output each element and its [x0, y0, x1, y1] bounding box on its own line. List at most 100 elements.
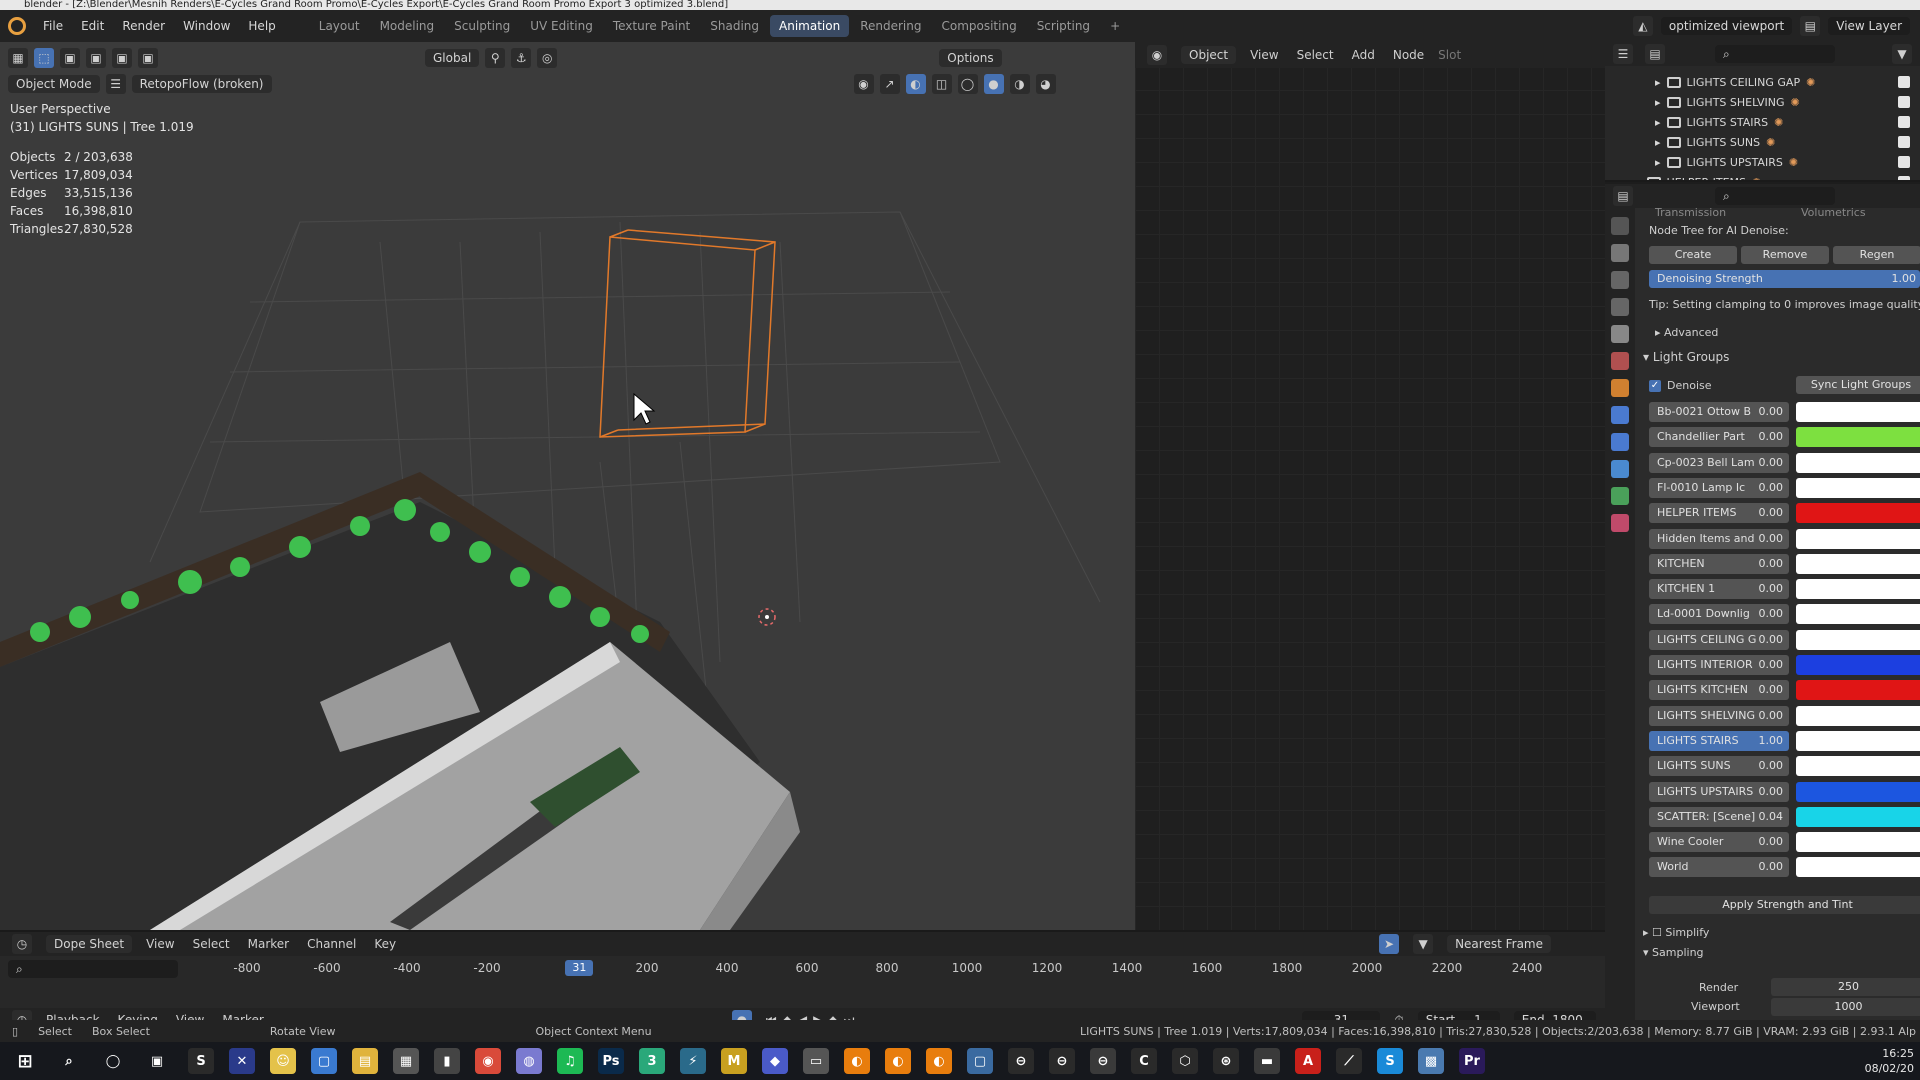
- app-icon-4[interactable]: ▢: [311, 1048, 337, 1074]
- light-group-strength-field[interactable]: HELPER ITEMS 0.00: [1649, 503, 1789, 524]
- light-group-strength-field[interactable]: LIGHTS SHELVING 0.00: [1649, 705, 1789, 726]
- outliner[interactable]: ☰ ▤ ⌕ ▼ ▸ LIGHTS CEILING GAP ✺ ▸ LIGHTS SHEL…: [1605, 42, 1920, 182]
- add-workspace-button[interactable]: +: [1101, 15, 1129, 37]
- light-group-color-swatch[interactable]: [1796, 730, 1920, 751]
- light-group-strength-field[interactable]: Chandellier Part 0.00: [1649, 427, 1789, 448]
- regen-button[interactable]: Regen: [1833, 246, 1920, 264]
- light-group-color-swatch[interactable]: [1796, 402, 1920, 422]
- create-button[interactable]: Create: [1649, 246, 1737, 264]
- acrobat-icon[interactable]: A: [1295, 1048, 1321, 1074]
- blender-icon-2[interactable]: ◐: [885, 1048, 911, 1074]
- blender-icon-1[interactable]: ◐: [844, 1048, 870, 1074]
- app-icon-16[interactable]: ▭: [803, 1048, 829, 1074]
- view-layer-selector[interactable]: View Layer: [1828, 17, 1910, 35]
- light-group-color-swatch[interactable]: [1796, 503, 1920, 524]
- app-icon-2[interactable]: ✕: [229, 1048, 255, 1074]
- rendered-shading-icon[interactable]: ◕: [1035, 74, 1056, 94]
- tab-modeling[interactable]: Modeling: [371, 15, 444, 37]
- constraints-tab-icon[interactable]: [1611, 487, 1629, 505]
- properties-search-input[interactable]: ⌕: [1715, 187, 1835, 205]
- tab-uv-editing[interactable]: UV Editing: [521, 15, 602, 37]
- remove-button[interactable]: Remove: [1741, 246, 1829, 264]
- denoise-checkbox[interactable]: ✓: [1649, 380, 1661, 392]
- node-menu-node[interactable]: Node: [1393, 48, 1424, 62]
- expand-arrow-icon[interactable]: ▸: [1655, 116, 1661, 129]
- app-icon-24[interactable]: C: [1131, 1048, 1157, 1074]
- light-group-strength-field[interactable]: Ld-0001 Downlig 0.00: [1649, 604, 1789, 625]
- light-group-strength-field[interactable]: LIGHTS UPSTAIRS 0.00: [1649, 781, 1789, 802]
- light-group-color-swatch[interactable]: [1796, 857, 1920, 878]
- light-group-strength-field[interactable]: Hidden Items and 0.00: [1649, 528, 1789, 549]
- view-layer-tab-icon[interactable]: [1611, 298, 1629, 316]
- select-mode-new-icon[interactable]: ▣: [60, 48, 80, 68]
- outliner-item[interactable]: ▸ LIGHTS SUNS ✺: [1655, 132, 1775, 152]
- collection-visibility-checkbox[interactable]: [1898, 116, 1910, 128]
- windows-start-icon[interactable]: ⊞: [12, 1048, 38, 1074]
- menu-render[interactable]: Render: [113, 10, 174, 42]
- mode-dropdown[interactable]: Object Mode: [8, 75, 100, 93]
- app-icon-21[interactable]: ⊖: [1008, 1048, 1034, 1074]
- app-icon-22[interactable]: ⊖: [1049, 1048, 1075, 1074]
- light-groups-panel-toggle[interactable]: ▾ Light Groups: [1643, 350, 1729, 364]
- expand-arrow-icon[interactable]: ▸: [1655, 136, 1661, 149]
- dope-menu-select[interactable]: Select: [193, 937, 230, 951]
- 3d-viewport[interactable]: ▦ ⬚ ▣ ▣ ▣ ▣ Global ⚲ ⚓ ◎ Options Object …: [0, 42, 1135, 930]
- properties-editor[interactable]: ▤ ⌕ Transmission Volumetrics Node Tree f…: [1605, 184, 1920, 1030]
- dope-search-input[interactable]: ⌕: [8, 960, 178, 978]
- chrome-icon[interactable]: ◉: [475, 1048, 501, 1074]
- menu-file[interactable]: File: [34, 10, 72, 42]
- light-group-strength-field[interactable]: LIGHTS SUNS 0.00: [1649, 756, 1789, 777]
- physics-tab-icon[interactable]: [1611, 460, 1629, 478]
- cortana-icon[interactable]: ◯: [100, 1048, 126, 1074]
- overlay-icon[interactable]: ◐: [905, 74, 926, 94]
- app-icon-7[interactable]: ▮: [434, 1048, 460, 1074]
- node-editor-type-icon[interactable]: ◉: [1147, 45, 1167, 65]
- dope-editor-type-icon[interactable]: ◷: [12, 934, 32, 954]
- viewport-samples-field[interactable]: 1000: [1771, 998, 1920, 1016]
- apply-strength-tint-button[interactable]: Apply Strength and Tint: [1649, 896, 1920, 914]
- node-menu-view[interactable]: View: [1250, 48, 1278, 62]
- outliner-item[interactable]: ▸ LIGHTS CEILING GAP ✺: [1655, 72, 1815, 92]
- calculator-icon[interactable]: ▦: [393, 1048, 419, 1074]
- render-samples-field[interactable]: 250: [1771, 978, 1920, 996]
- building-mesh[interactable]: [0, 472, 800, 930]
- modifier-tab-icon[interactable]: [1611, 406, 1629, 424]
- tab-layout[interactable]: Layout: [310, 15, 369, 37]
- app-icon-20[interactable]: ▢: [967, 1048, 993, 1074]
- expand-arrow-icon[interactable]: ▸: [1655, 96, 1661, 109]
- retopoflow-dropdown[interactable]: RetopoFlow (broken): [131, 75, 272, 93]
- advanced-panel-toggle[interactable]: ▸ Advanced: [1655, 326, 1718, 339]
- tab-animation[interactable]: Animation: [770, 15, 850, 37]
- light-group-strength-field[interactable]: World 0.00: [1649, 857, 1789, 878]
- options-dropdown[interactable]: Options: [939, 49, 1002, 67]
- light-group-strength-field[interactable]: LIGHTS KITCHEN 0.00: [1649, 680, 1789, 701]
- tab-shading[interactable]: Shading: [701, 15, 768, 37]
- proportional-edit-icon[interactable]: ◎: [537, 48, 558, 68]
- light-group-color-swatch[interactable]: [1796, 680, 1920, 701]
- task-view-icon[interactable]: ▣: [144, 1048, 170, 1074]
- current-frame-marker[interactable]: 31: [565, 960, 594, 976]
- dope-mode-dropdown[interactable]: Dope Sheet: [46, 935, 133, 953]
- collection-visibility-checkbox[interactable]: [1898, 96, 1910, 108]
- tab-sculpting[interactable]: Sculpting: [445, 15, 519, 37]
- light-group-color-swatch[interactable]: [1796, 528, 1920, 549]
- render-tab-icon[interactable]: [1611, 244, 1629, 262]
- transform-orientation-dropdown[interactable]: Global: [425, 49, 480, 67]
- collection-visibility-checkbox[interactable]: [1898, 176, 1910, 180]
- only-selected-icon[interactable]: ➤: [1379, 934, 1400, 954]
- snap-icon[interactable]: ⚓: [511, 48, 532, 68]
- tab-scripting[interactable]: Scripting: [1028, 15, 1099, 37]
- light-group-strength-field[interactable]: LIGHTS INTERIOR 0.00: [1649, 655, 1789, 675]
- node-object-dropdown[interactable]: Object: [1181, 46, 1237, 64]
- app-icon-29[interactable]: ⟋: [1336, 1048, 1362, 1074]
- app-icon-23[interactable]: ⊖: [1090, 1048, 1116, 1074]
- filter-icon[interactable]: ▼: [1413, 934, 1434, 954]
- visibility-icon[interactable]: ◉: [853, 74, 874, 94]
- menu-edit[interactable]: Edit: [72, 10, 113, 42]
- collection-visibility-checkbox[interactable]: [1898, 156, 1910, 168]
- select-tool-icon[interactable]: ⬚: [34, 48, 54, 68]
- solid-shading-icon[interactable]: ●: [983, 74, 1004, 94]
- light-group-color-swatch[interactable]: [1796, 655, 1920, 675]
- display-mode-icon[interactable]: ▤: [1645, 44, 1665, 64]
- app-icon-25[interactable]: ⬡: [1172, 1048, 1198, 1074]
